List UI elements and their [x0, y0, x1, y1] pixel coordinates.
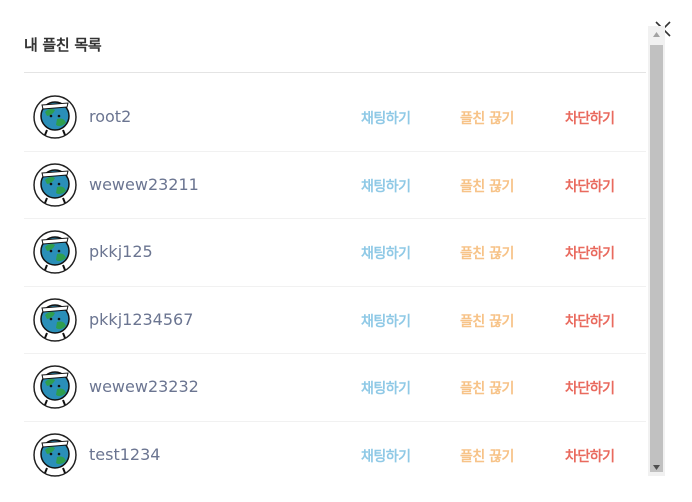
unfriend-button[interactable]: 플친 끊기: [460, 243, 514, 263]
friend-row: wewew23211 채팅하기 플친 끊기 차단하기: [24, 152, 646, 219]
chat-button[interactable]: 채팅하기: [361, 378, 411, 398]
friend-name: test1234: [89, 444, 161, 464]
title-divider: [24, 72, 646, 73]
block-button[interactable]: 차단하기: [565, 176, 615, 196]
friend-row: wewew23232 채팅하기 플친 끊기 차단하기: [24, 354, 646, 422]
friend-row: pkkj125 채팅하기 플친 끊기 차단하기: [24, 219, 646, 287]
avatar: [33, 297, 77, 342]
friend-list: root2 채팅하기 플친 끊기 차단하기 wewew23211 채팅하기 플친…: [24, 84, 646, 490]
block-button[interactable]: 차단하기: [565, 446, 615, 466]
avatar: [33, 432, 77, 477]
friend-row: pkkj1234567 채팅하기 플친 끊기 차단하기: [24, 287, 646, 354]
chat-button[interactable]: 채팅하기: [361, 446, 411, 466]
friend-name: wewew23211: [89, 174, 199, 194]
modal-title: 내 플친 목록: [24, 36, 102, 54]
chat-button[interactable]: 채팅하기: [361, 243, 411, 263]
avatar: [33, 162, 77, 207]
unfriend-button[interactable]: 플친 끊기: [460, 311, 514, 331]
friend-name: root2: [89, 107, 132, 126]
avatar: [33, 230, 77, 274]
friend-row: root2 채팅하기 플친 끊기 차단하기: [24, 84, 646, 152]
block-button[interactable]: 차단하기: [565, 378, 615, 398]
unfriend-button[interactable]: 플친 끊기: [460, 446, 514, 466]
avatar: [33, 95, 77, 139]
unfriend-button[interactable]: 플친 끊기: [460, 378, 514, 398]
scroll-down-icon[interactable]: [648, 459, 665, 476]
scrollbar[interactable]: [648, 26, 665, 476]
block-button[interactable]: 차단하기: [565, 108, 615, 128]
chat-button[interactable]: 채팅하기: [361, 311, 411, 331]
unfriend-button[interactable]: 플친 끊기: [460, 108, 514, 128]
friend-name: pkkj125: [89, 242, 153, 261]
block-button[interactable]: 차단하기: [565, 243, 615, 263]
block-button[interactable]: 차단하기: [565, 311, 615, 331]
scrollbar-thumb[interactable]: [650, 45, 663, 472]
chat-button[interactable]: 채팅하기: [361, 176, 411, 196]
scroll-up-icon[interactable]: [648, 26, 665, 43]
avatar: [33, 365, 77, 409]
chat-button[interactable]: 채팅하기: [361, 108, 411, 128]
friend-name: wewew23232: [89, 377, 199, 396]
unfriend-button[interactable]: 플친 끊기: [460, 176, 514, 196]
friend-name: pkkj1234567: [89, 309, 194, 329]
friend-row: test1234 채팅하기 플친 끊기 차단하기: [24, 422, 646, 490]
friend-list-modal: 내 플친 목록 root2 채팅하기 플친 끊기 차단하기 wewew23211…: [0, 0, 692, 502]
